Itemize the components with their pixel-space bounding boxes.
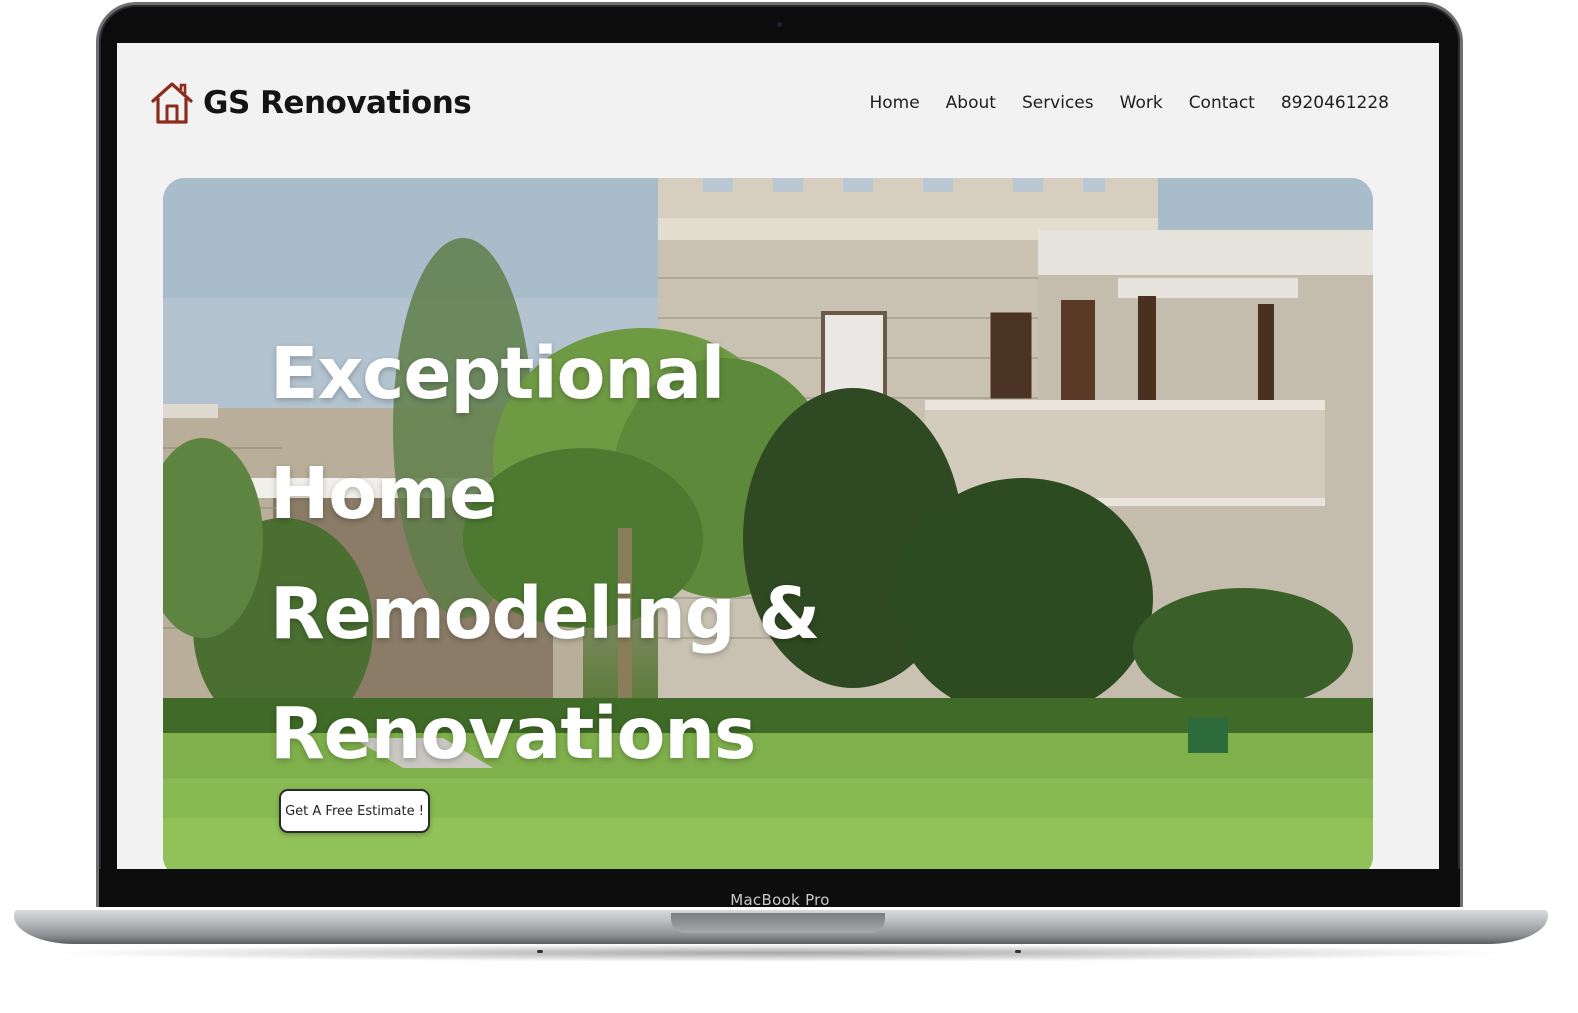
house-outline-icon [151, 82, 193, 124]
laptop-shadow [40, 944, 1520, 962]
nav-phone-link[interactable]: 8920461228 [1281, 93, 1389, 113]
hero-headline-line-4: Renovations [270, 692, 756, 775]
nav-item-about[interactable]: About [946, 93, 996, 113]
hero-headline-line-3: Remodeling & [270, 572, 820, 655]
brand-name: GS Renovations [203, 85, 472, 121]
main-nav: Home About Services Work Contact 8920461… [869, 93, 1389, 113]
nav-item-home[interactable]: Home [869, 93, 919, 113]
hero-headline-line-2: Home [270, 452, 497, 535]
laptop-foot [537, 950, 543, 953]
laptop-foot [1015, 950, 1021, 953]
hero-banner: Exceptional Home Remodeling & Renovation… [163, 178, 1373, 869]
laptop-mockup: GS Renovations Home About Services Work … [0, 0, 1578, 1013]
nav-item-contact[interactable]: Contact [1189, 93, 1255, 113]
device-model-label: MacBook Pro [730, 891, 830, 909]
website-screen: GS Renovations Home About Services Work … [117, 43, 1439, 869]
hero-headline: Exceptional Home Remodeling & Renovation… [270, 314, 910, 794]
site-header: GS Renovations Home About Services Work … [117, 43, 1439, 173]
hero-headline-line-1: Exceptional [270, 332, 725, 415]
laptop-opening-notch [671, 913, 885, 933]
nav-item-work[interactable]: Work [1120, 93, 1163, 113]
free-estimate-button[interactable]: Get A Free Estimate ! [279, 789, 430, 833]
nav-item-services[interactable]: Services [1022, 93, 1094, 113]
camera-icon [777, 22, 782, 27]
brand-logo[interactable]: GS Renovations [149, 81, 472, 125]
